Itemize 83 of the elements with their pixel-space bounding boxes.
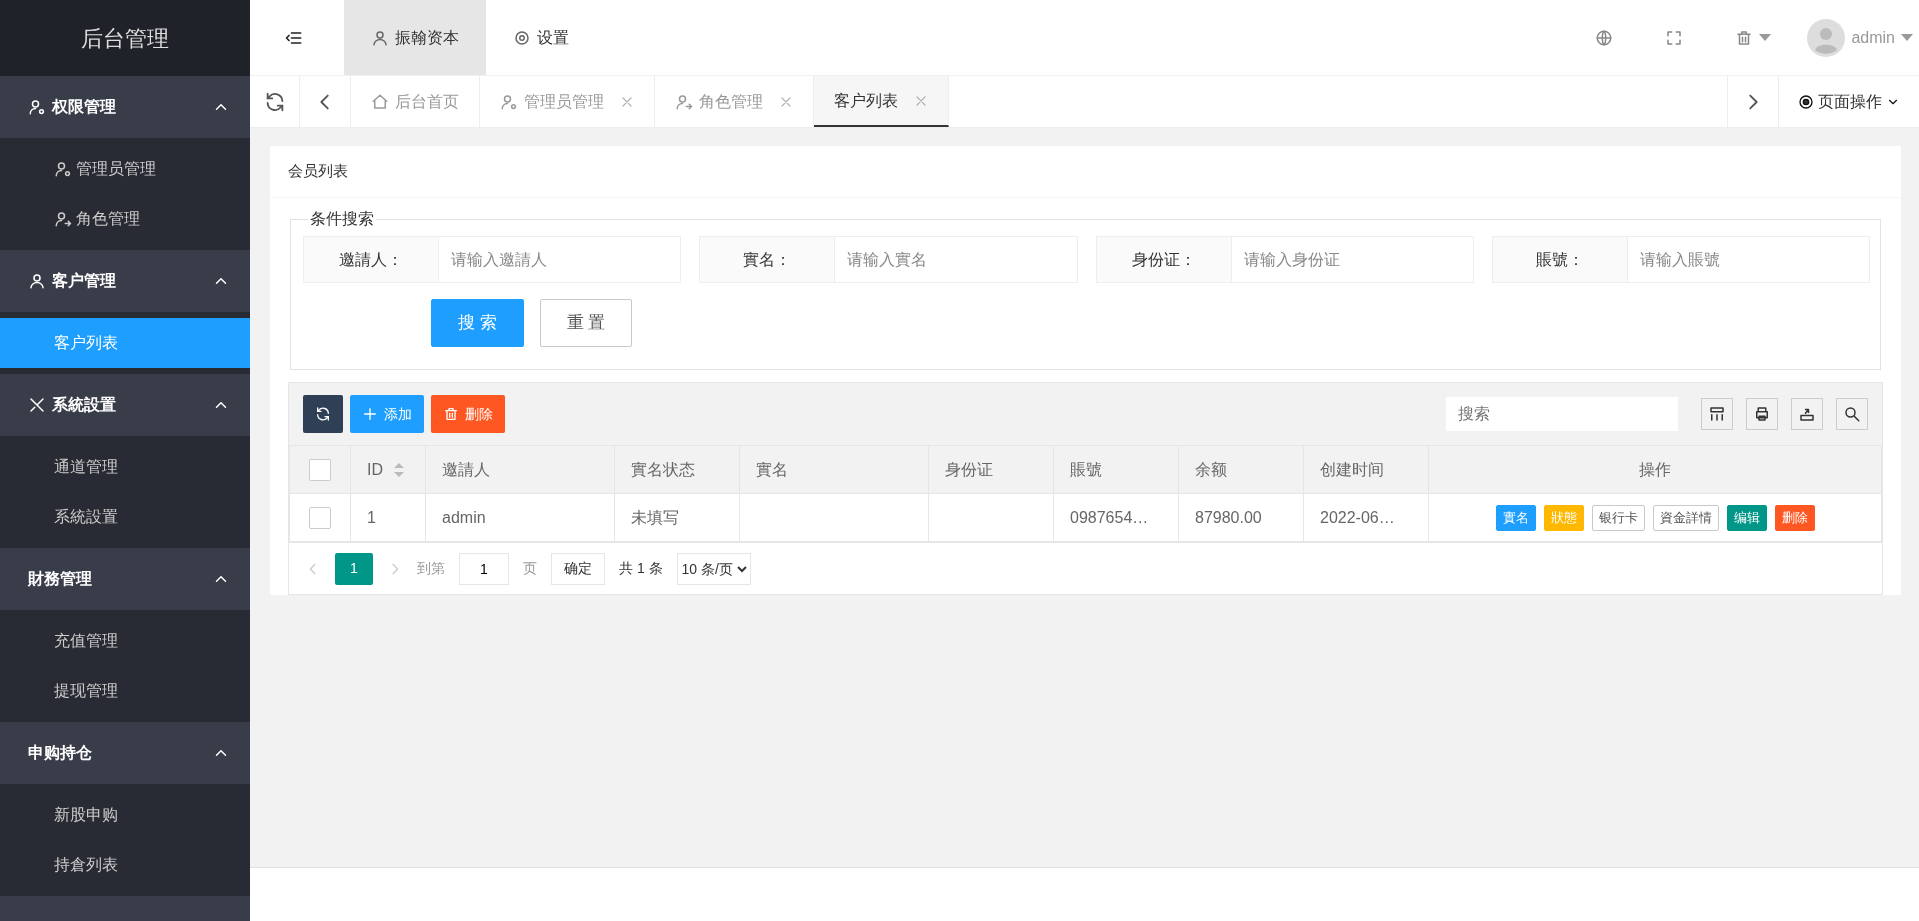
- search-field[interactable]: 搜索: [1446, 397, 1678, 431]
- close-icon: [914, 93, 928, 108]
- sidebar-item[interactable]: 通道管理: [0, 442, 250, 492]
- input-field[interactable]: 请输入賬號: [1627, 236, 1870, 283]
- reset-button[interactable]: 重 置: [539, 299, 633, 347]
- sort-icon[interactable]: [393, 462, 405, 479]
- refresh-button[interactable]: [303, 395, 343, 433]
- user-arrow-icon: [675, 92, 693, 111]
- field-label: 邀請人：: [303, 236, 439, 283]
- close-icon: [620, 94, 634, 109]
- user-icon: [28, 272, 46, 290]
- table-cell: admin: [425, 493, 615, 542]
- sidebar-item[interactable]: 新股申购: [0, 790, 250, 840]
- globe-icon: [1595, 28, 1614, 47]
- column-header: 身份证: [945, 460, 993, 478]
- table-cell: 未填写: [614, 493, 740, 542]
- pager-label: 到第: [417, 559, 445, 578]
- page-size-select[interactable]: 10 条/页: [676, 552, 751, 585]
- user-name: admin: [1851, 27, 1895, 48]
- table-cell: 1: [350, 493, 426, 542]
- sidebar-item[interactable]: 充值管理: [0, 616, 250, 666]
- header-nav-item[interactable]: 振翰资本: [344, 0, 486, 75]
- input-field[interactable]: 请输入邀請人: [439, 236, 682, 283]
- table-cell: 2022-06…: [1303, 493, 1429, 542]
- panel-legend: 条件搜索: [308, 208, 376, 230]
- input-field[interactable]: 请输入實名: [835, 236, 1078, 283]
- sidebar-item[interactable]: 系統設置: [0, 492, 250, 542]
- pager-label: 页: [523, 559, 537, 578]
- search-button[interactable]: [1836, 398, 1868, 430]
- table-cell: 87980.00: [1178, 493, 1304, 542]
- field-label: 身份证：: [1095, 236, 1232, 283]
- column-header: 余额: [1195, 460, 1227, 478]
- column-header: 操作: [1639, 460, 1671, 478]
- home-icon: [371, 92, 389, 111]
- field-label: 實名：: [699, 236, 836, 283]
- columns-button[interactable]: [1701, 398, 1733, 430]
- search-icon: [1843, 405, 1861, 423]
- sidebar-item[interactable]: 持倉列表: [0, 840, 250, 890]
- user-settings-icon: [28, 98, 46, 116]
- action-button[interactable]: 银行卡: [1591, 504, 1645, 531]
- caret-icon: [1759, 33, 1772, 42]
- confirm-button[interactable]: 确定: [551, 552, 605, 585]
- sidebar-item[interactable]: 提现管理: [0, 666, 250, 716]
- columns-icon: [1708, 405, 1726, 423]
- trash-icon: [1735, 28, 1754, 47]
- caret-icon: [1901, 33, 1913, 42]
- page-actions-menu[interactable]: 页面操作: [1779, 76, 1919, 127]
- checkbox[interactable]: [309, 507, 331, 530]
- action-button[interactable]: 编辑: [1726, 504, 1767, 531]
- column-header: 實名状态: [631, 460, 695, 478]
- column-header: 邀請人: [442, 460, 490, 478]
- input-field[interactable]: 请输入身份证: [1231, 236, 1474, 283]
- avatar-icon: [1807, 18, 1846, 57]
- page-tab[interactable]: 客户列表: [814, 76, 949, 127]
- refresh-icon: [315, 406, 331, 422]
- action-button[interactable]: 資金詳情: [1652, 504, 1719, 531]
- user-settings-icon: [500, 92, 518, 111]
- close-icon: [779, 94, 793, 109]
- user-icon: [371, 28, 389, 47]
- plus-icon: [362, 406, 378, 422]
- field-label: 賬號：: [1491, 236, 1628, 283]
- column-header: 创建时间: [1320, 460, 1384, 478]
- checkbox[interactable]: [309, 459, 331, 482]
- column-header: 賬號: [1070, 460, 1102, 478]
- sidebar-item[interactable]: 管理员管理: [0, 144, 250, 194]
- user-settings-icon: [54, 160, 72, 178]
- column-header: ID: [367, 460, 383, 478]
- print-icon: [1753, 405, 1771, 423]
- page-input[interactable]: 1: [459, 552, 509, 585]
- header-nav-item[interactable]: 设置: [486, 0, 596, 75]
- sidebar-item[interactable]: 角色管理: [0, 194, 250, 244]
- app-logo: 后台管理: [0, 0, 250, 76]
- trash-icon: [443, 406, 459, 422]
- table-cell: 0987654…: [1053, 493, 1179, 542]
- radio-icon: [1798, 93, 1814, 110]
- print-button[interactable]: [1746, 398, 1778, 430]
- fullscreen-icon: [1665, 28, 1684, 47]
- page-button[interactable]: 1: [335, 552, 373, 585]
- column-header: 實名: [756, 460, 788, 478]
- total-count: 共 1 条: [619, 559, 663, 578]
- user-arrow-icon: [54, 210, 72, 228]
- card-title: 会员列表: [270, 146, 1901, 198]
- export-button[interactable]: [1791, 398, 1823, 430]
